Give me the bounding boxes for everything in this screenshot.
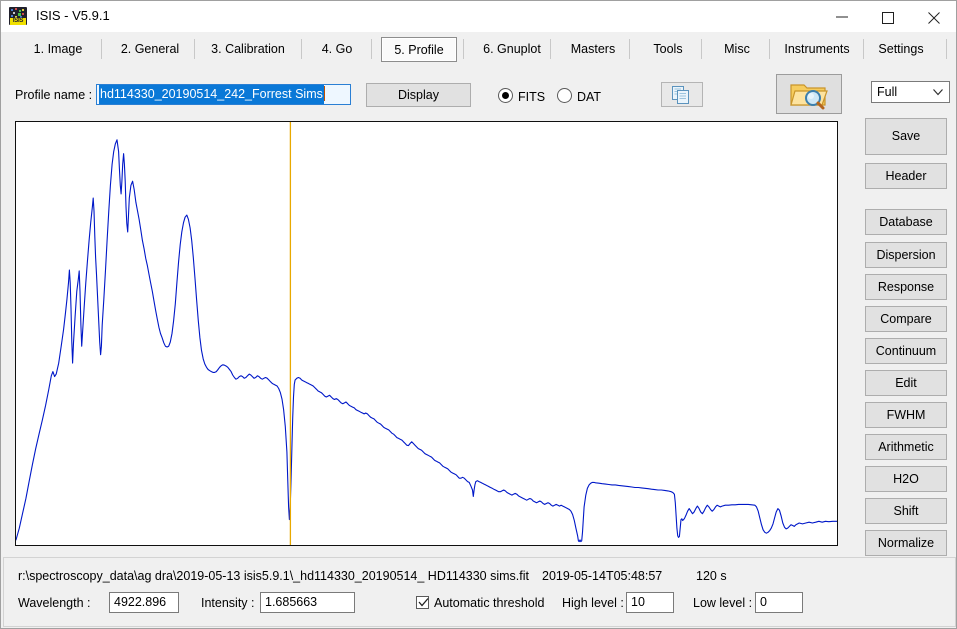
- automatic-threshold-label: Automatic threshold: [434, 596, 545, 610]
- automatic-threshold-checkbox[interactable]: [416, 596, 429, 609]
- tab-settings[interactable]: Settings: [865, 37, 937, 62]
- close-icon: [928, 12, 940, 24]
- text-caret: [323, 86, 325, 101]
- wavelength-value-input[interactable]: 4922.896: [109, 592, 179, 613]
- tab-3-calibration[interactable]: 3. Calibration: [196, 37, 300, 62]
- tab-instruments[interactable]: Instruments: [772, 37, 862, 62]
- intensity-value-input[interactable]: 1.685663: [260, 592, 355, 613]
- side-button-compare[interactable]: Compare: [865, 306, 947, 332]
- wavelength-label: Wavelength :: [18, 596, 91, 610]
- tab-separator: [701, 39, 702, 59]
- range-select[interactable]: Full: [871, 81, 950, 103]
- side-button-edit[interactable]: Edit: [865, 370, 947, 396]
- title-bar: ISIS ISIS - V5.9.1: [1, 1, 956, 32]
- radio-label-dat: DAT: [577, 90, 602, 104]
- display-button[interactable]: Display: [366, 83, 471, 107]
- tab-tools[interactable]: Tools: [637, 37, 699, 62]
- radio-dot-fits-icon: [498, 88, 513, 103]
- high-level-input[interactable]: 10: [626, 592, 674, 613]
- format-radio-fits[interactable]: FITS: [498, 88, 545, 104]
- tab-separator: [769, 39, 770, 59]
- side-button-database[interactable]: Database: [865, 209, 947, 235]
- copy-pages-icon: [672, 86, 689, 104]
- tab-separator: [371, 39, 372, 59]
- file-path-text: r:\spectroscopy_data\ag dra\2019-05-13 i…: [18, 569, 529, 583]
- tab-5-profile[interactable]: 5. Profile: [381, 37, 457, 62]
- copy-profile-button[interactable]: [661, 82, 703, 107]
- maximize-icon: [882, 12, 894, 24]
- radio-label-fits: FITS: [518, 90, 546, 104]
- side-button-continuum[interactable]: Continuum: [865, 338, 947, 364]
- folder-search-icon: [790, 84, 828, 110]
- intensity-label: Intensity :: [201, 596, 255, 610]
- side-button-arithmetic[interactable]: Arithmetic: [865, 434, 947, 460]
- plot-background: [16, 122, 837, 545]
- side-button-save[interactable]: Save: [865, 118, 947, 155]
- chevron-down-icon: [933, 89, 943, 96]
- format-radio-dat[interactable]: DAT: [557, 88, 601, 104]
- tab-separator: [301, 39, 302, 59]
- isis-app-icon: ISIS: [9, 7, 27, 25]
- profile-name-value: hd114330_20190514_242_Forrest Sims: [99, 85, 324, 104]
- tab-2-general[interactable]: 2. General: [107, 37, 193, 62]
- exposure-time: 120 s: [696, 569, 727, 583]
- minimize-button[interactable]: [820, 1, 866, 32]
- tab-1-image[interactable]: 1. Image: [15, 37, 101, 62]
- spectrum-plot-area[interactable]: [15, 121, 838, 546]
- radio-dot-dat-icon: [557, 88, 572, 103]
- window-title: ISIS - V5.9.1: [36, 8, 110, 23]
- tab-separator: [194, 39, 195, 59]
- checkmark-icon: [418, 598, 429, 607]
- tab-4-go[interactable]: 4. Go: [305, 37, 369, 62]
- maximize-button[interactable]: [866, 1, 912, 32]
- tab-separator: [863, 39, 864, 59]
- profile-name-input[interactable]: hd114330_20190514_242_Forrest Sims: [96, 84, 351, 105]
- tab-separator: [463, 39, 464, 59]
- low-level-input[interactable]: 0: [755, 592, 803, 613]
- close-button[interactable]: [912, 1, 956, 32]
- side-button-header[interactable]: Header: [865, 163, 947, 189]
- side-button-h2o[interactable]: H2O: [865, 466, 947, 492]
- side-button-shift[interactable]: Shift: [865, 498, 947, 524]
- tab-separator: [101, 39, 102, 59]
- side-button-fwhm[interactable]: FWHM: [865, 402, 947, 428]
- range-select-value: Full: [877, 85, 898, 99]
- minimize-icon: [836, 16, 848, 18]
- isis-main-window: ISIS ISIS - V5.9.1 1. Image 2. General 3. …: [0, 0, 957, 629]
- side-button-normalize[interactable]: Normalize: [865, 530, 947, 556]
- browse-file-button[interactable]: [776, 74, 842, 114]
- profile-name-label: Profile name :: [15, 88, 93, 102]
- tab-separator: [629, 39, 630, 59]
- tab-misc[interactable]: Misc: [707, 37, 767, 62]
- low-level-label: Low level :: [693, 596, 753, 610]
- observation-datetime: 2019-05-14T05:48:57: [542, 569, 663, 583]
- tab-6-gnuplot[interactable]: 6. Gnuplot: [467, 37, 557, 62]
- main-tab-bar: 1. Image 2. General 3. Calibration 4. Go 5. …: [1, 32, 956, 65]
- side-button-dispersion[interactable]: Dispersion: [865, 242, 947, 268]
- status-panel: r:\spectroscopy_data\ag dra\2019-05-13 i…: [3, 557, 956, 627]
- tab-separator: [550, 39, 551, 59]
- tab-separator: [946, 39, 947, 59]
- side-button-response[interactable]: Response: [865, 274, 947, 300]
- spectrum-plot-svg: [16, 122, 837, 545]
- high-level-label: High level :: [562, 596, 624, 610]
- tab-masters[interactable]: Masters: [557, 37, 629, 62]
